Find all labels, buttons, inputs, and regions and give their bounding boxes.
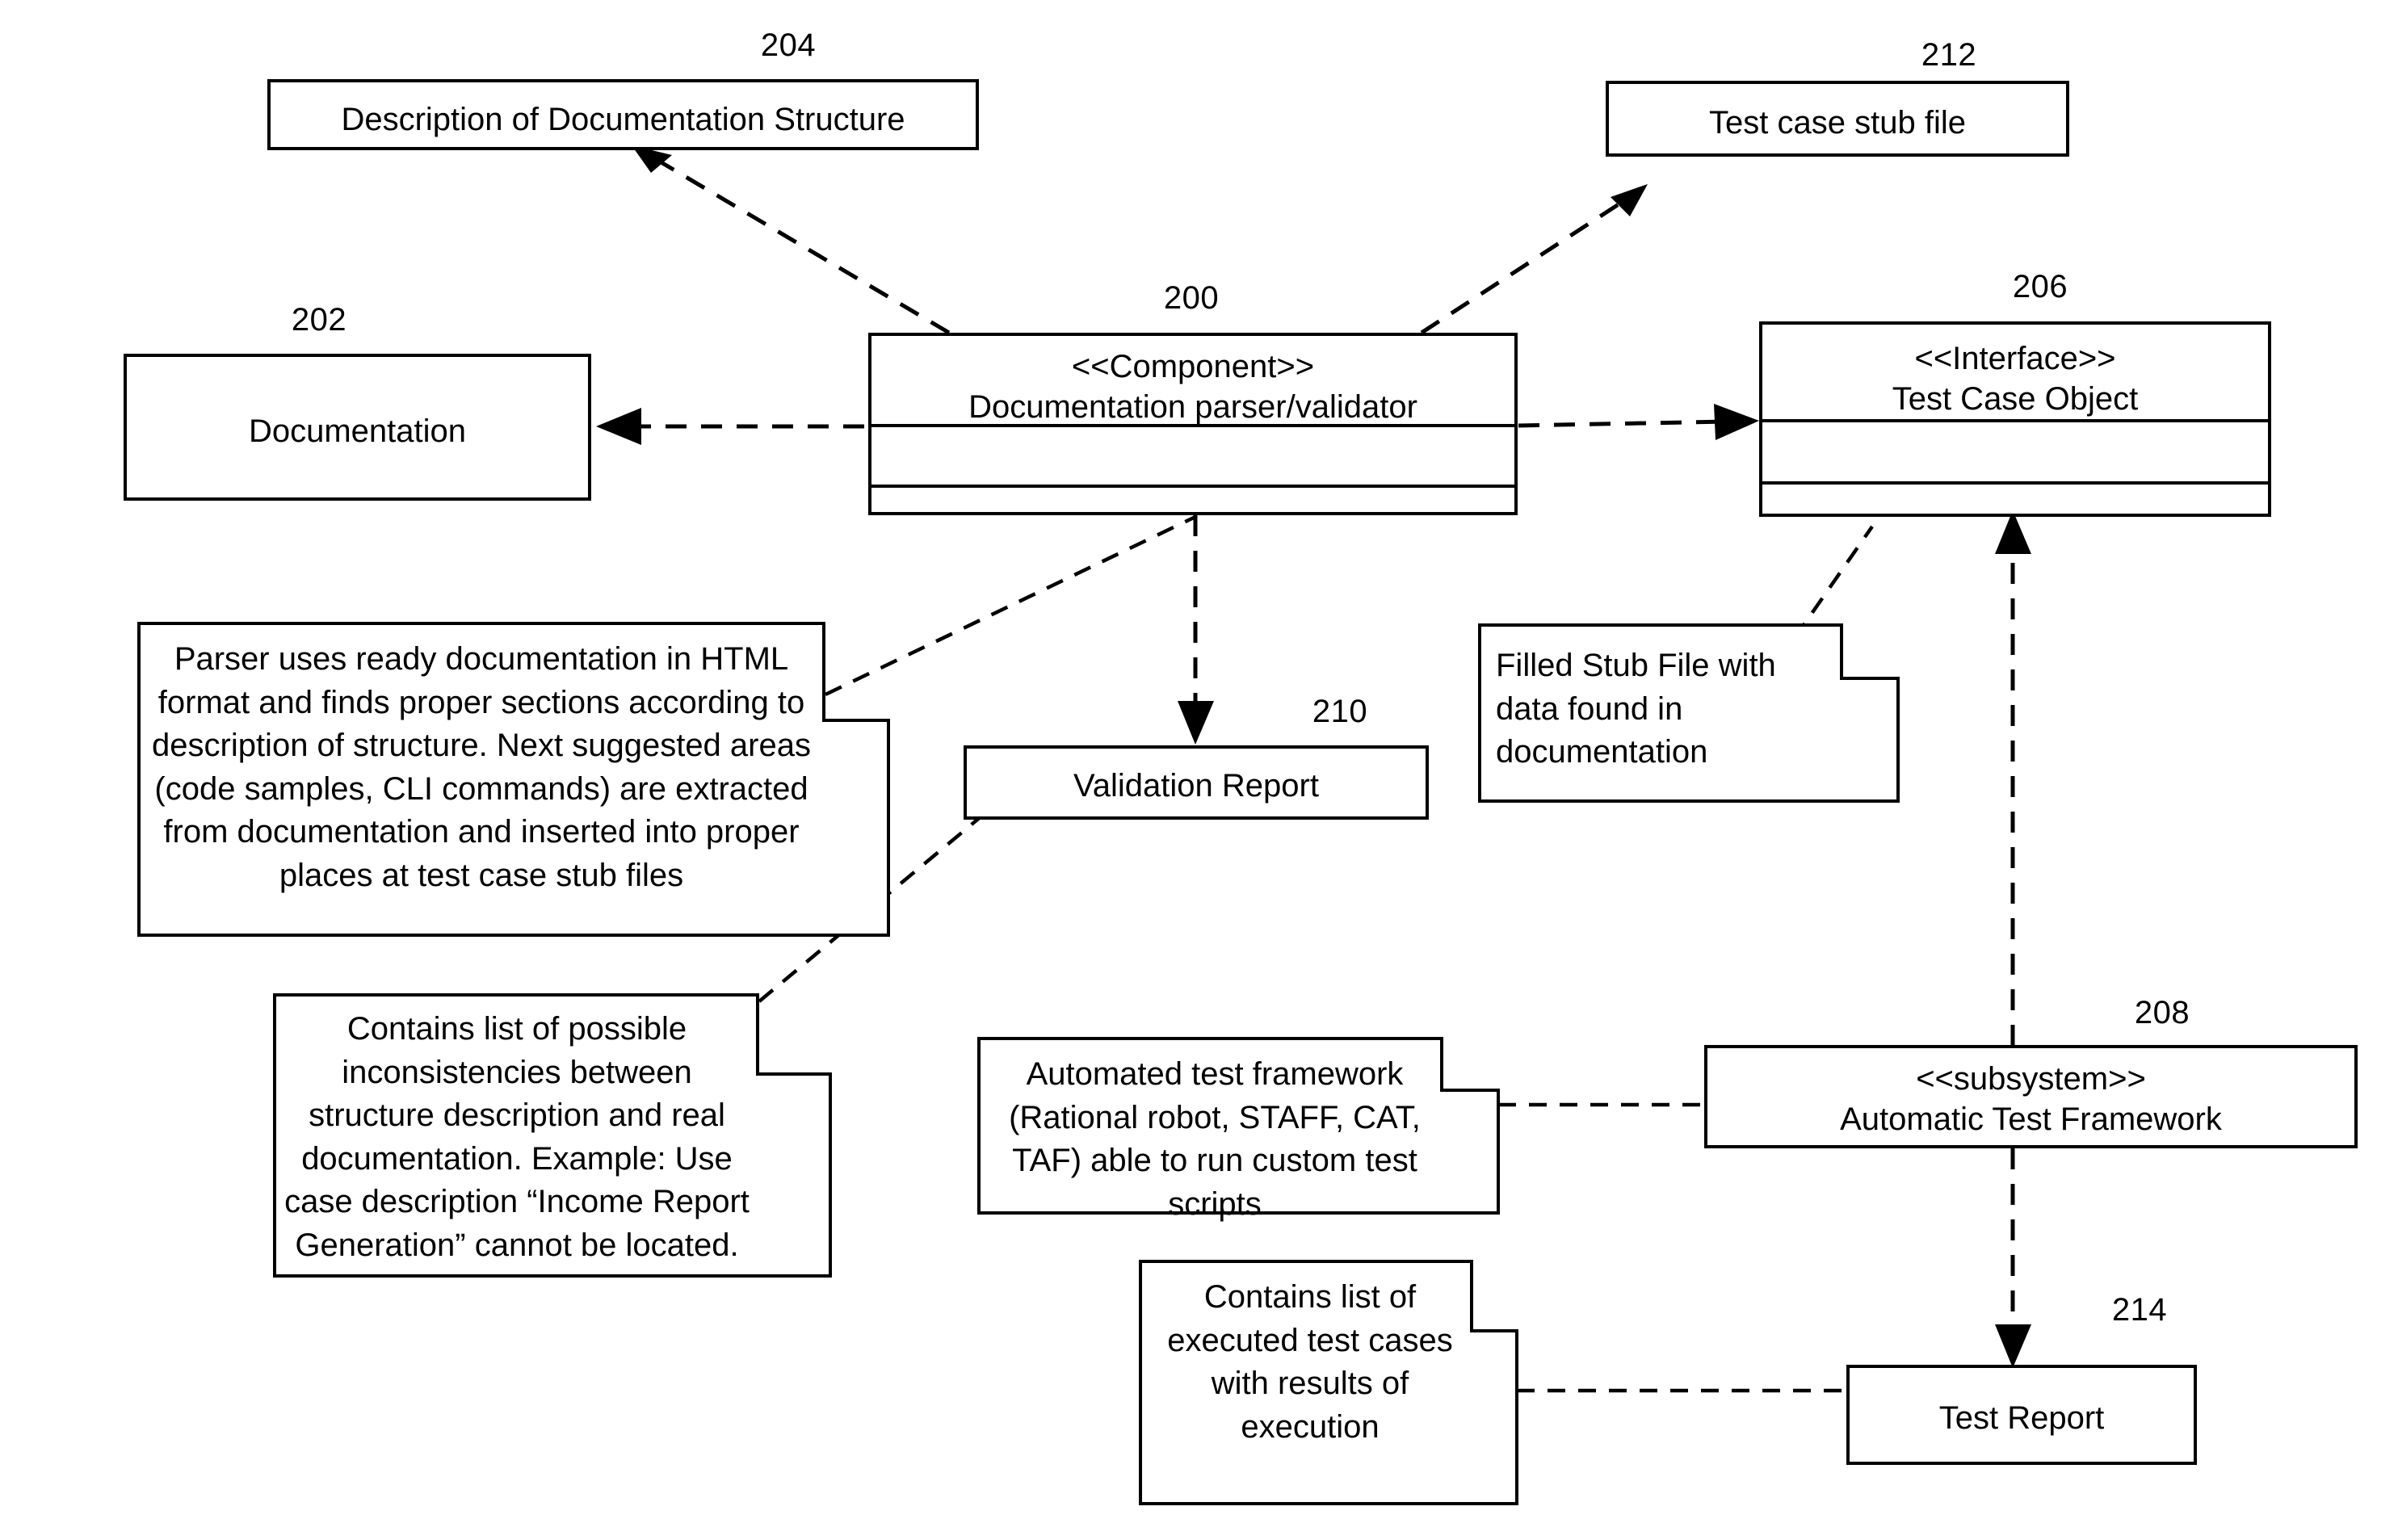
ref-number-206: 206 xyxy=(2012,269,2068,304)
ref-number-208: 208 xyxy=(2134,995,2190,1030)
note-validation-report-contents-text: Contains list of possible inconsistencie… xyxy=(284,1011,750,1263)
label-automatic-test-framework: Automatic Test Framework xyxy=(1840,1101,2222,1137)
note-automated-test-framework-text: Automated test framework (Rational robot… xyxy=(1009,1056,1421,1222)
conn-framework-to-test-report xyxy=(1995,1148,2031,1368)
uml-component-diagram: 204 202 200 212 206 210 208 214 Descript… xyxy=(0,0,2398,1540)
label-test-case-object: Test Case Object xyxy=(1892,381,2139,417)
note-filled-stub-file-text: Filled Stub File with data found in docu… xyxy=(1496,648,1776,770)
ref-number-214: 214 xyxy=(2111,1292,2168,1328)
label-subsystem-stereotype: <<subsystem>> xyxy=(1916,1061,2146,1097)
conn-parser-to-validation-report xyxy=(1178,515,1214,745)
conn-note-parser-anchor xyxy=(825,514,1196,697)
ref-number-200: 200 xyxy=(1163,280,1220,316)
label-component-stereotype: <<Component>> xyxy=(1071,349,1315,384)
label-test-report: Test Report xyxy=(1938,1400,2105,1436)
label-documentation: Documentation xyxy=(248,413,467,449)
label-validation-report: Validation Report xyxy=(1073,768,1319,804)
note-test-report-contents-text: Contains list of executed test cases wit… xyxy=(1167,1279,1453,1445)
conn-framework-to-test-case-object xyxy=(1995,510,2031,1046)
ref-number-212: 212 xyxy=(1921,37,1977,73)
conn-parser-to-description xyxy=(632,145,951,335)
label-test-case-stub-file: Test case stub file xyxy=(1709,105,1966,141)
ref-number-210: 210 xyxy=(1312,694,1368,729)
conn-parser-to-test-case-object xyxy=(1518,404,1759,440)
conn-parser-to-stub-file xyxy=(1420,184,1648,335)
note-parser-behavior-text: Parser uses ready documentation in HTML … xyxy=(152,641,811,893)
label-interface-stereotype: <<Interface>> xyxy=(1914,341,2116,376)
conn-note-filled-stub-anchor xyxy=(1793,525,1874,640)
ref-number-204: 204 xyxy=(760,27,817,63)
label-documentation-parser-validator: Documentation parser/validator xyxy=(968,389,1417,425)
ref-number-202: 202 xyxy=(291,302,347,338)
conn-parser-to-documentation xyxy=(596,408,864,445)
label-description-of-documentation-structure: Description of Documentation Structure xyxy=(341,102,905,137)
